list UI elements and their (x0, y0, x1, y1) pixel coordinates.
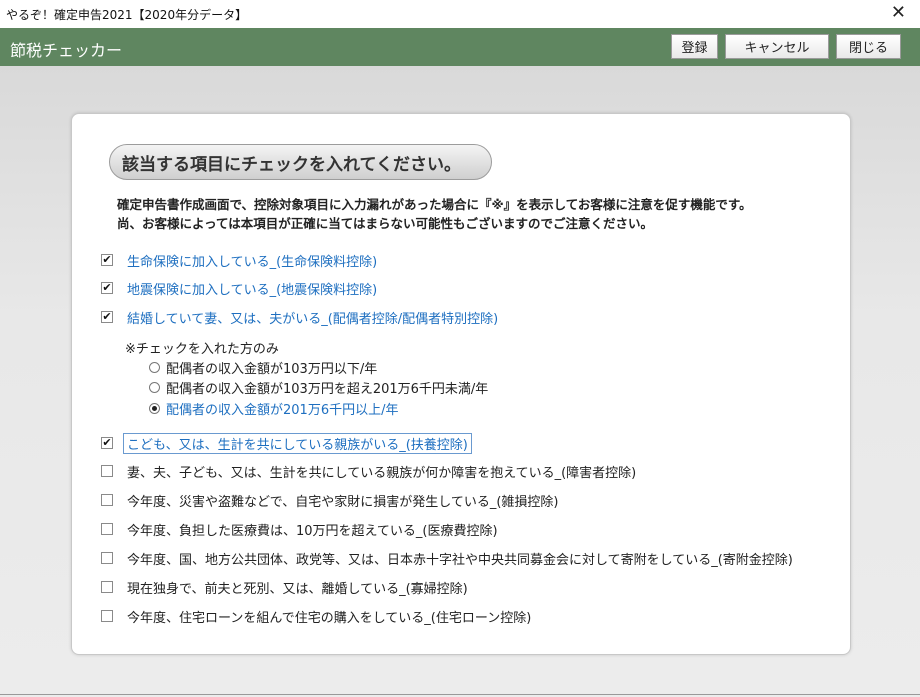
checklist-item-housing-loan[interactable]: 今年度、住宅ローンを組んで住宅の購入をしている_(住宅ローン控除) (101, 606, 531, 626)
checklist-item-label[interactable]: 今年度、災害や盗難などで、自宅や家財に損害が発生している_(雑損控除) (127, 491, 558, 510)
checklist-item-widow[interactable]: 現在独身で、前夫と死別、又は、離婚している_(寡婦控除) (101, 577, 468, 597)
checklist-item-spouse[interactable]: ✔ 結婚していて妻、又は、夫がいる_(配偶者控除/配偶者特別控除) (101, 307, 498, 327)
checkbox[interactable]: ✔ (101, 311, 113, 323)
radio-dot-icon (152, 405, 157, 411)
window-title: やるぞ！確定申告2021【2020年分データ】 (6, 8, 248, 22)
radio-button-selected[interactable] (149, 402, 160, 414)
radio-button[interactable] (149, 381, 160, 393)
checker-panel: 該当する項目にチェックを入れてください。 確定申告書作成画面で、控除対象項目に入… (71, 113, 851, 655)
checklist-item-label[interactable]: 結婚していて妻、又は、夫がいる_(配偶者控除/配偶者特別控除) (127, 308, 498, 327)
cancel-button[interactable]: キャンセル (725, 34, 829, 59)
checklist-item-label[interactable]: 今年度、住宅ローンを組んで住宅の購入をしている_(住宅ローン控除) (127, 607, 531, 626)
spouse-note: ※チェックを入れた方のみ (125, 342, 279, 357)
radio-label[interactable]: 配偶者の収入金額が103万円以下/年 (166, 358, 377, 377)
content-area: 該当する項目にチェックを入れてください。 確定申告書作成画面で、控除対象項目に入… (0, 66, 920, 697)
radio-button[interactable] (149, 361, 160, 373)
checklist-item-casualty-loss[interactable]: 今年度、災害や盗難などで、自宅や家財に損害が発生している_(雑損控除) (101, 490, 558, 510)
checklist-item-label[interactable]: 今年度、国、地方公共団体、政党等、又は、日本赤十字社や中央共同募金会に対して寄附… (127, 549, 793, 568)
checklist-item-label[interactable]: こども、又は、生計を共にしている親族がいる_(扶養控除) (123, 432, 472, 454)
checkbox[interactable]: ✔ (101, 282, 113, 294)
spouse-income-option-3[interactable]: 配偶者の収入金額が201万6千円以上/年 (149, 399, 398, 418)
close-button[interactable]: 閉じる (836, 34, 901, 59)
checklist-item-disability[interactable]: 妻、夫、子ども、又は、生計を共にしている親族が何か障害を抱えている_(障害者控除… (101, 461, 636, 481)
checklist-item-label[interactable]: 妻、夫、子ども、又は、生計を共にしている親族が何か障害を抱えている_(障害者控除… (127, 462, 636, 481)
checklist-item-dependents[interactable]: ✔ こども、又は、生計を共にしている親族がいる_(扶養控除) (101, 432, 472, 454)
checklist-item-label[interactable]: 現在独身で、前夫と死別、又は、離婚している_(寡婦控除) (127, 578, 468, 597)
close-icon[interactable]: ✕ (891, 2, 906, 24)
page-title: 節税チェッカー (10, 41, 123, 60)
radio-label[interactable]: 配偶者の収入金額が201万6千円以上/年 (166, 399, 398, 418)
radio-label[interactable]: 配偶者の収入金額が103万円を超え201万6千円未満/年 (166, 378, 488, 397)
checkbox[interactable]: ✔ (101, 437, 113, 449)
spouse-income-option-2[interactable]: 配偶者の収入金額が103万円を超え201万6千円未満/年 (149, 378, 488, 397)
checkbox[interactable] (101, 465, 113, 477)
checklist-item-donation[interactable]: 今年度、国、地方公共団体、政党等、又は、日本赤十字社や中央共同募金会に対して寄附… (101, 548, 793, 568)
description-line-1: 確定申告書作成画面で、控除対象項目に入力漏れがあった場合に『※』を表示してお客様… (117, 197, 752, 212)
checklist-item-life-insurance[interactable]: ✔ 生命保険に加入している_(生命保険料控除) (101, 250, 377, 270)
instruction-heading: 該当する項目にチェックを入れてください。 (109, 144, 492, 180)
checklist-item-label[interactable]: 今年度、負担した医療費は、10万円を超えている_(医療費控除) (127, 520, 498, 539)
spouse-income-option-1[interactable]: 配偶者の収入金額が103万円以下/年 (149, 358, 377, 377)
checklist-item-label[interactable]: 地震保険に加入している_(地震保険料控除) (127, 279, 377, 298)
checkbox[interactable] (101, 581, 113, 593)
register-button[interactable]: 登録 (671, 34, 718, 59)
checkbox[interactable] (101, 552, 113, 564)
checkbox[interactable]: ✔ (101, 254, 113, 266)
checklist-item-earthquake-insurance[interactable]: ✔ 地震保険に加入している_(地震保険料控除) (101, 278, 377, 298)
window-titlebar: やるぞ！確定申告2021【2020年分データ】 ✕ (0, 0, 920, 28)
checkbox[interactable] (101, 494, 113, 506)
checklist-item-medical[interactable]: 今年度、負担した医療費は、10万円を超えている_(医療費控除) (101, 519, 498, 539)
checkbox[interactable] (101, 523, 113, 535)
window-bottom-border (0, 694, 920, 695)
app-header: 節税チェッカー 登録 キャンセル 閉じる (0, 28, 920, 66)
description-line-2: 尚、お客様によっては本項目が正確に当てはまらない可能性もございますのでご注意くだ… (117, 216, 654, 231)
checklist-item-label[interactable]: 生命保険に加入している_(生命保険料控除) (127, 251, 377, 270)
checkbox[interactable] (101, 610, 113, 622)
